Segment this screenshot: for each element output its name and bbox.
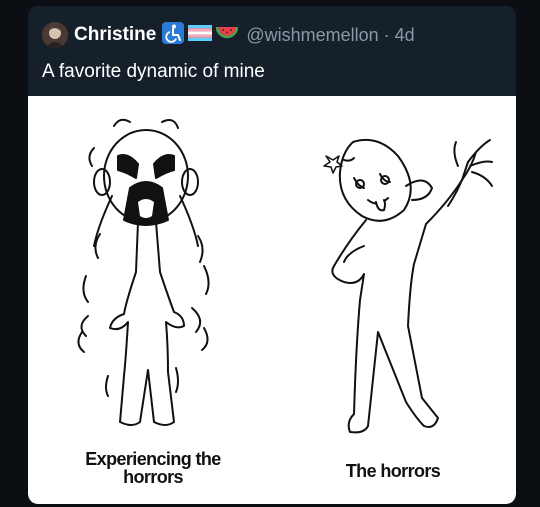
wheelchair-icon	[162, 21, 185, 49]
post-header: Christine @wishmemellon · 4d	[42, 20, 506, 50]
author-name[interactable]: Christine	[74, 24, 156, 46]
post-image[interactable]: Experiencing the horrors The horrors	[28, 96, 516, 504]
post-card[interactable]: Christine @wishmemellon · 4d A favorite …	[28, 6, 516, 504]
handle-and-timestamp[interactable]: @wishmemellon · 4d	[246, 25, 414, 46]
horror-figure	[323, 138, 493, 434]
watermelon-icon	[216, 24, 239, 47]
avatar[interactable]	[42, 22, 68, 48]
name-badges	[162, 21, 239, 49]
caption-experiencing-the-horrors: Experiencing the horrors	[85, 449, 221, 487]
meme-drawing	[77, 118, 493, 434]
scared-figure	[77, 118, 210, 426]
post-text: A favorite dynamic of mine	[42, 61, 265, 82]
trans-flag-icon	[188, 24, 213, 46]
caption-the-horrors: The horrors	[345, 461, 441, 481]
